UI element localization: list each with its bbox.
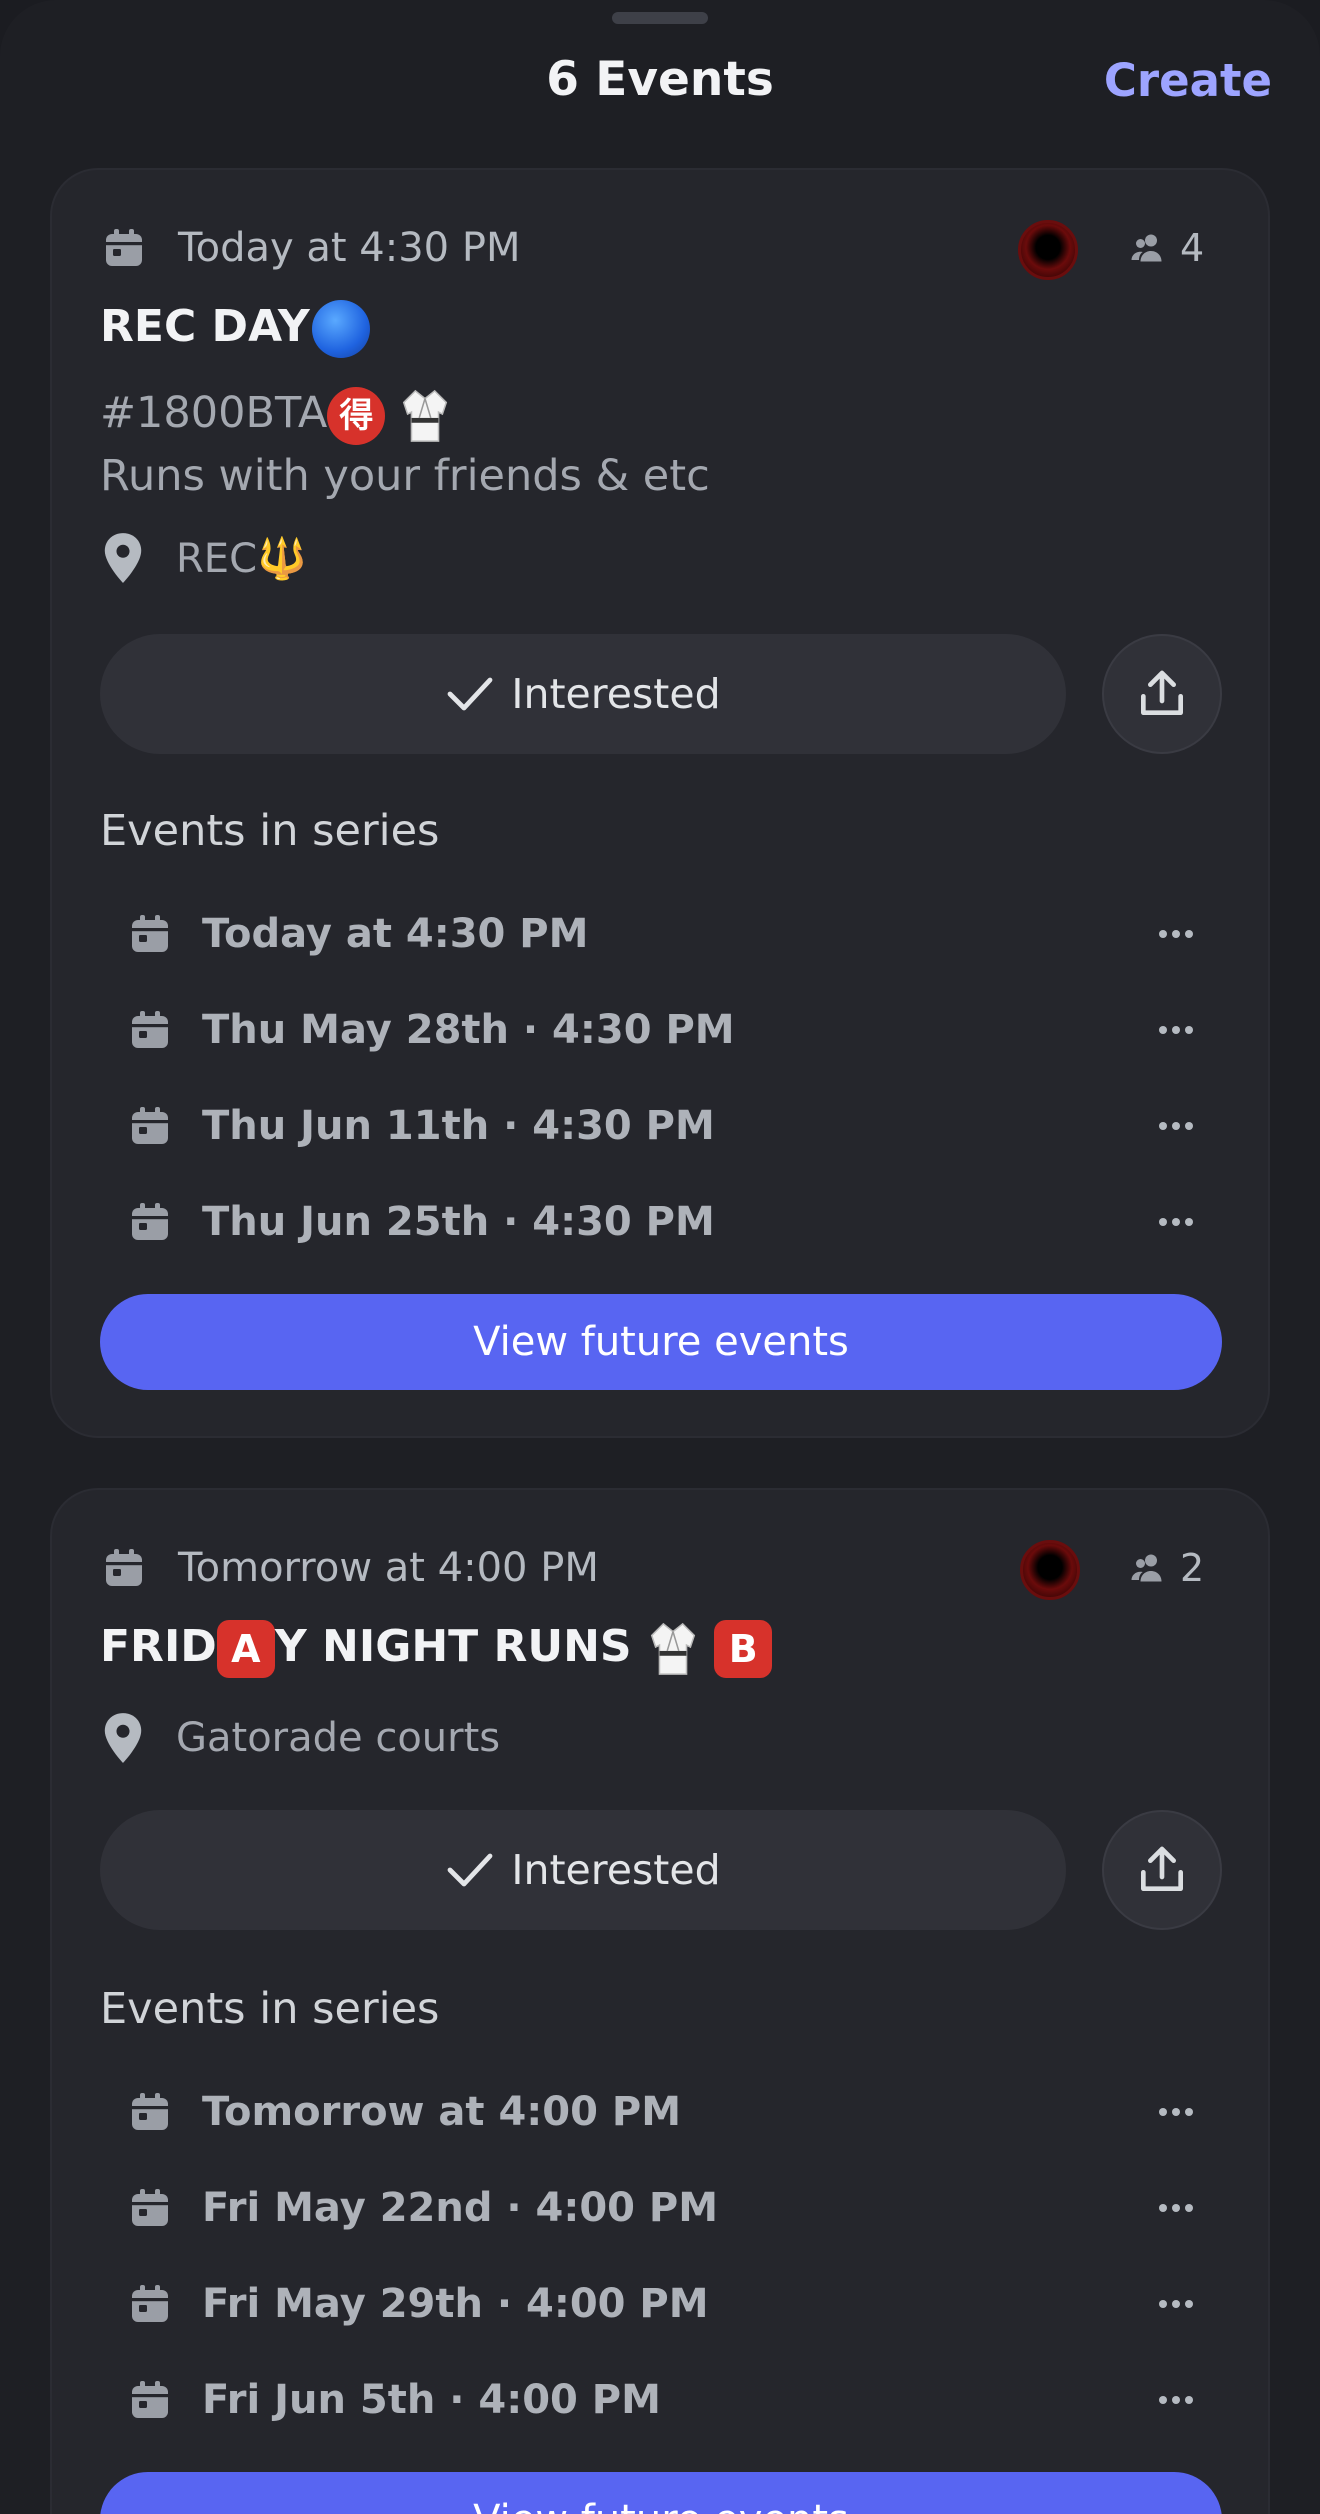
series-item-date: Thu Jun 11th · 4:30 PM: [202, 1103, 715, 1149]
interested-count-value: 2: [1180, 1546, 1205, 1590]
martial-arts-uniform-emoji: [650, 1622, 696, 1675]
series-item-date: Thu Jun 25th · 4:30 PM: [202, 1199, 715, 1245]
location-pin-icon: [104, 1713, 142, 1763]
people-icon: [1131, 234, 1162, 262]
calendar-icon: [106, 1549, 142, 1586]
more-options-icon[interactable]: [1146, 1202, 1206, 1242]
series-item[interactable]: Fri May 29th · 4:00 PM: [126, 2256, 1256, 2352]
more-options-icon[interactable]: [1146, 2092, 1206, 2132]
event-title-part-1: FRID: [100, 1621, 217, 1672]
event-title-part-2: Y NIGHT RUNS: [274, 1621, 632, 1672]
calendar-icon: [132, 1203, 168, 1240]
interested-label: Interested: [511, 670, 721, 718]
check-icon: [447, 677, 493, 711]
calendar-icon: [132, 1107, 168, 1144]
more-options-icon[interactable]: [1146, 914, 1206, 954]
event-date: Today at 4:30 PM: [178, 225, 521, 271]
interested-label: Interested: [511, 1846, 721, 1894]
series-item[interactable]: Thu Jun 25th · 4:30 PM: [126, 1174, 1256, 1270]
event-title: FRID A Y NIGHT RUNS B: [100, 1620, 773, 1678]
people-icon: [1131, 1554, 1162, 1582]
sheet-grabber[interactable]: [612, 12, 708, 24]
description-line-2: Runs with your friends & etc: [100, 450, 710, 501]
create-button[interactable]: Create: [1104, 54, 1272, 107]
calendar-icon: [132, 2093, 168, 2130]
martial-arts-uniform-emoji: [402, 389, 448, 442]
series-item[interactable]: Today at 4:30 PM: [126, 886, 1256, 982]
series-item-date: Thu May 28th · 4:30 PM: [202, 1007, 735, 1053]
share-button[interactable]: [1102, 634, 1222, 754]
event-card[interactable]: Today at 4:30 PM 4 REC DAY #1800BTA 得 Run…: [50, 168, 1270, 1438]
calendar-icon: [132, 915, 168, 952]
interested-count: 2: [1130, 1546, 1204, 1590]
event-location: Gatorade courts: [100, 1710, 500, 1766]
a-button-emoji: A: [216, 1620, 275, 1678]
series-item[interactable]: Fri May 22nd · 4:00 PM: [126, 2160, 1256, 2256]
blue-circle-emoji: [311, 300, 370, 358]
calendar-icon: [132, 2381, 168, 2418]
trident-emoji: 🔱: [257, 535, 307, 582]
series-heading: Events in series: [100, 806, 440, 856]
series-item[interactable]: Thu Jun 11th · 4:30 PM: [126, 1078, 1256, 1174]
view-future-events-button[interactable]: View future events: [100, 2472, 1222, 2514]
check-icon: [447, 1853, 493, 1887]
interested-button[interactable]: Interested: [100, 1810, 1066, 1930]
more-options-icon[interactable]: [1146, 1010, 1206, 1050]
event-title-text: REC DAY: [100, 301, 310, 352]
series-item[interactable]: Thu May 28th · 4:30 PM: [126, 982, 1256, 1078]
share-icon: [1141, 670, 1183, 715]
event-title: REC DAY: [100, 300, 370, 358]
event-card[interactable]: Tomorrow at 4:00 PM 2 FRID A Y NIGHT RUNS …: [50, 1488, 1270, 2514]
event-description: #1800BTA 得 Runs with your friends & etc: [100, 382, 710, 507]
calendar-icon: [132, 2189, 168, 2226]
b-button-emoji: B: [714, 1620, 773, 1678]
series-item-date: Fri Jun 5th · 4:00 PM: [202, 2377, 661, 2423]
series-item[interactable]: Tomorrow at 4:00 PM: [126, 2064, 1256, 2160]
events-sheet: 6 Events Create Today at 4:30 PM 4 REC D…: [0, 0, 1320, 2514]
calendar-icon: [132, 2285, 168, 2322]
calendar-icon: [132, 1011, 168, 1048]
description-line-1: #1800BTA: [100, 388, 328, 438]
location-text: Gatorade courts: [176, 1715, 501, 1761]
more-options-icon[interactable]: [1146, 2284, 1206, 2324]
series-item-date: Today at 4:30 PM: [202, 911, 589, 957]
more-options-icon[interactable]: [1146, 2380, 1206, 2420]
event-date: Tomorrow at 4:00 PM: [178, 1545, 599, 1591]
host-avatar[interactable]: [1020, 1540, 1080, 1600]
more-options-icon[interactable]: [1146, 1106, 1206, 1146]
series-item[interactable]: Fri Jun 5th · 4:00 PM: [126, 2352, 1256, 2448]
share-button[interactable]: [1102, 1810, 1222, 1930]
interested-button[interactable]: Interested: [100, 634, 1066, 754]
interested-count-value: 4: [1180, 226, 1205, 270]
red-badge-emoji: 得: [327, 386, 386, 445]
view-future-events-button[interactable]: View future events: [100, 1294, 1222, 1390]
location-text: REC: [176, 535, 257, 582]
event-location: REC🔱: [100, 530, 307, 586]
series-item-date: Fri May 29th · 4:00 PM: [202, 2281, 709, 2327]
calendar-icon: [106, 229, 142, 266]
share-icon: [1141, 1846, 1183, 1891]
series-heading: Events in series: [100, 1984, 440, 2034]
location-pin-icon: [104, 533, 142, 583]
series-item-date: Tomorrow at 4:00 PM: [202, 2089, 682, 2135]
series-item-date: Fri May 22nd · 4:00 PM: [202, 2185, 719, 2231]
host-avatar[interactable]: [1018, 220, 1078, 280]
interested-count: 4: [1130, 226, 1204, 270]
more-options-icon[interactable]: [1146, 2188, 1206, 2228]
